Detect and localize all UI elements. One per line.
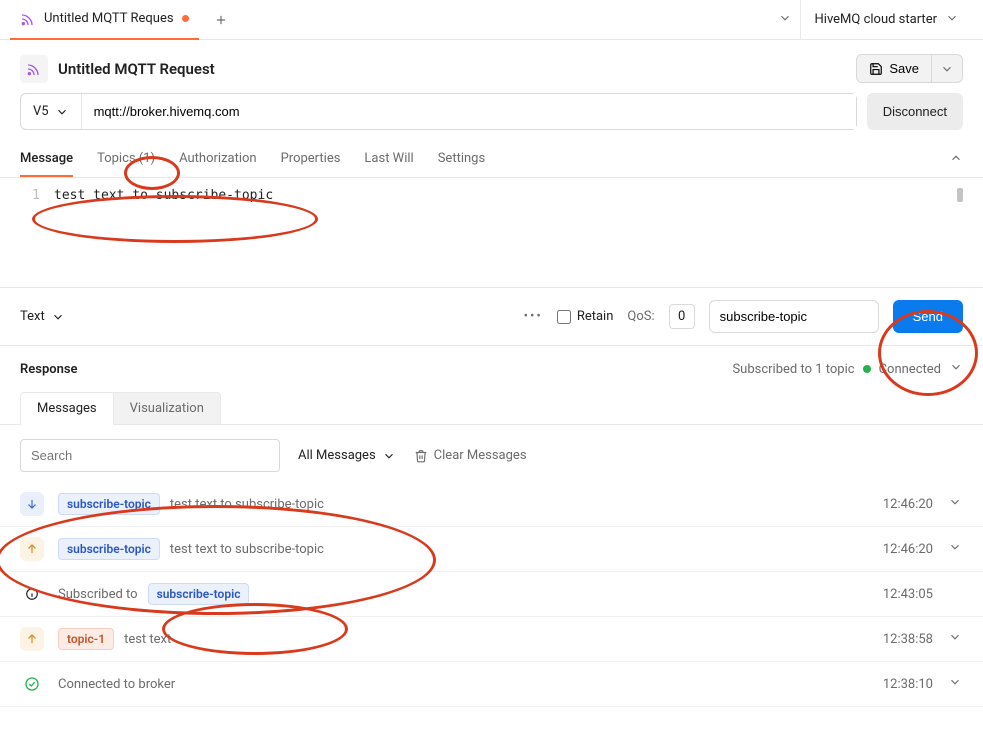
- tab-topics[interactable]: Topics (1): [97, 142, 155, 177]
- more-options-button[interactable]: •••: [524, 309, 543, 324]
- disconnect-button[interactable]: Disconnect: [867, 93, 963, 130]
- message-time: 12:46:20: [883, 542, 933, 557]
- mqtt-icon: [20, 55, 48, 83]
- request-tab[interactable]: Untitled MQTT Reques: [10, 0, 199, 40]
- request-title: Untitled MQTT Request: [58, 60, 215, 78]
- tab-title: Untitled MQTT Reques: [44, 11, 174, 26]
- body-type-select[interactable]: Text: [20, 309, 65, 324]
- topic-pill[interactable]: topic-1: [58, 628, 114, 650]
- expand-chevron[interactable]: [947, 675, 963, 693]
- arrow-down-icon: [20, 492, 44, 516]
- topic-pill[interactable]: subscribe-topic: [58, 493, 160, 515]
- collapse-pane-button[interactable]: [949, 151, 963, 169]
- message-row[interactable]: Connected to broker 12:38:10: [0, 662, 983, 707]
- message-text: test text: [124, 632, 171, 647]
- clear-label: Clear Messages: [434, 448, 527, 463]
- environment-name: HiveMQ cloud starter: [815, 12, 937, 27]
- message-list: subscribe-topic test text to subscribe-to…: [0, 482, 983, 707]
- expand-chevron[interactable]: [947, 630, 963, 648]
- message-body[interactable]: test text to subscribe-topic: [54, 186, 943, 279]
- message-text: Connected to broker: [58, 677, 175, 692]
- mqtt-icon: [20, 11, 36, 27]
- dirty-indicator: [182, 15, 189, 22]
- add-tab-button[interactable]: [207, 6, 235, 34]
- tab-message[interactable]: Message: [20, 142, 73, 177]
- message-search-input[interactable]: [20, 439, 280, 472]
- chevron-down-icon: [55, 105, 69, 119]
- expand-chevron[interactable]: [947, 495, 963, 513]
- message-time: 12:38:58: [883, 632, 933, 647]
- qos-label: QoS:: [627, 309, 654, 324]
- tab-authorization[interactable]: Authorization: [179, 142, 257, 177]
- tab-settings[interactable]: Settings: [438, 142, 485, 177]
- connection-status: Connected: [879, 362, 941, 377]
- publish-topic-input[interactable]: [709, 300, 879, 333]
- qos-value[interactable]: 0: [669, 304, 695, 329]
- body-type-label: Text: [20, 309, 45, 324]
- clear-messages-button[interactable]: Clear Messages: [414, 448, 527, 463]
- tab-overflow-menu[interactable]: [770, 5, 800, 35]
- message-time: 12:38:10: [883, 677, 933, 692]
- expand-chevron[interactable]: [947, 540, 963, 558]
- message-time: 12:46:20: [883, 497, 933, 512]
- chevron-down-icon: [382, 449, 396, 463]
- version-label: V5: [33, 104, 49, 119]
- send-button[interactable]: Send: [893, 300, 963, 333]
- message-row[interactable]: Subscribed to subscribe-topic 12:43:05: [0, 572, 983, 617]
- resp-tab-visualization[interactable]: Visualization: [114, 392, 221, 425]
- broker-url-input[interactable]: [82, 94, 856, 129]
- arrow-up-icon: [20, 537, 44, 561]
- tab-properties[interactable]: Properties: [281, 142, 341, 177]
- message-text: test text to subscribe-topic: [170, 497, 324, 512]
- chevron-down-icon: [51, 310, 65, 324]
- response-title: Response: [20, 362, 78, 377]
- message-row[interactable]: subscribe-topic test text to subscribe-to…: [0, 482, 983, 527]
- save-icon: [869, 62, 883, 76]
- trash-icon: [414, 449, 428, 463]
- message-editor[interactable]: 1 test text to subscribe-topic: [0, 178, 983, 288]
- subscription-status: Subscribed to 1 topic: [732, 362, 854, 377]
- chevron-down-icon: [945, 11, 959, 29]
- save-label: Save: [889, 61, 919, 76]
- message-row[interactable]: subscribe-topic test text to subscribe-to…: [0, 527, 983, 572]
- message-text: test text to subscribe-topic: [170, 542, 324, 557]
- topic-pill[interactable]: subscribe-topic: [148, 583, 250, 605]
- message-prefix: Subscribed to: [58, 587, 138, 602]
- message-time: 12:43:05: [883, 587, 933, 602]
- filter-label: All Messages: [298, 448, 376, 463]
- retain-checkbox[interactable]: [557, 310, 571, 324]
- environment-select[interactable]: HiveMQ cloud starter: [800, 0, 973, 40]
- version-select[interactable]: V5: [21, 94, 82, 129]
- line-number: 1: [20, 186, 40, 279]
- arrow-up-icon: [20, 627, 44, 651]
- check-circle-icon: [20, 672, 44, 696]
- info-icon: [20, 582, 44, 606]
- resp-tab-messages[interactable]: Messages: [20, 392, 114, 425]
- status-dot-icon: [863, 365, 871, 373]
- tab-last-will[interactable]: Last Will: [364, 142, 413, 177]
- save-button[interactable]: Save: [856, 54, 932, 83]
- connection-status-dropdown[interactable]: [949, 360, 963, 378]
- topic-pill[interactable]: subscribe-topic: [58, 538, 160, 560]
- message-row[interactable]: topic-1 test text 12:38:58: [0, 617, 983, 662]
- retain-label: Retain: [577, 309, 614, 324]
- message-filter-select[interactable]: All Messages: [298, 448, 396, 463]
- retain-toggle[interactable]: Retain: [557, 309, 614, 324]
- editor-scrollbar-thumb[interactable]: [957, 188, 963, 202]
- save-dropdown[interactable]: [932, 54, 963, 83]
